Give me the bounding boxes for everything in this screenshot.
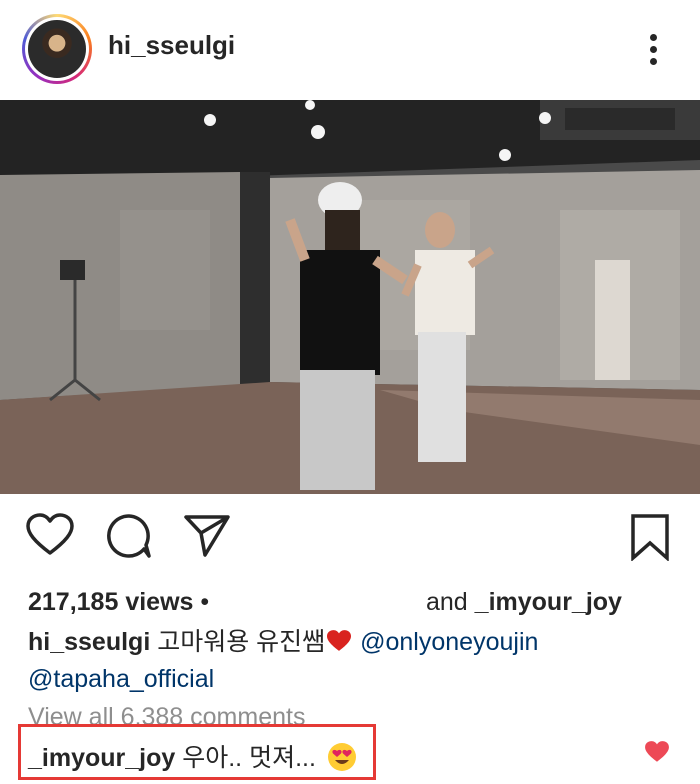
bookmark-icon[interactable] <box>630 513 670 566</box>
caption-username[interactable]: hi_sseulgi <box>28 628 150 656</box>
heart-outline-icon[interactable] <box>26 513 74 562</box>
avatar-inner <box>25 17 89 81</box>
post-caption: hi_sseulgi 고마워용 유진쌤 @onlyoneyoujin @tapa… <box>28 624 688 698</box>
view-count-text: 217,185 views <box>28 588 194 616</box>
liked-by-username[interactable]: _imyour_joy <box>475 588 622 616</box>
paper-plane-icon[interactable] <box>183 513 231 564</box>
liked-by: and _imyour_joy <box>426 588 622 617</box>
comment-like-heart-icon[interactable] <box>644 740 670 764</box>
mention-link[interactable]: @tapaha_official <box>28 665 214 693</box>
and-label: and <box>426 588 468 616</box>
comment-text: 우아.. 멋져... <box>182 744 316 772</box>
video-frame <box>0 100 700 494</box>
mention-link[interactable]: @onlyoneyoujin <box>360 628 538 656</box>
heart-eyes-emoji-icon <box>327 743 356 771</box>
featured-comment: _imyour_joy 우아.. 멋져... <box>28 738 357 774</box>
post-header: hi_sseulgi <box>0 0 700 98</box>
post-username[interactable]: hi_sseulgi <box>108 30 235 61</box>
comment-bubble-icon[interactable] <box>106 513 152 564</box>
avatar[interactable] <box>22 14 92 84</box>
caption-text: 고마워용 유진쌤 <box>157 628 326 656</box>
more-options-icon[interactable] <box>644 30 664 70</box>
comment-username[interactable]: _imyour_joy <box>28 744 175 772</box>
post-actions <box>0 505 700 565</box>
post-video[interactable] <box>0 100 700 494</box>
view-count[interactable]: 217,185 views • <box>28 588 209 617</box>
avatar-image <box>28 20 86 78</box>
red-heart-icon <box>327 630 352 651</box>
separator: • <box>200 588 210 616</box>
